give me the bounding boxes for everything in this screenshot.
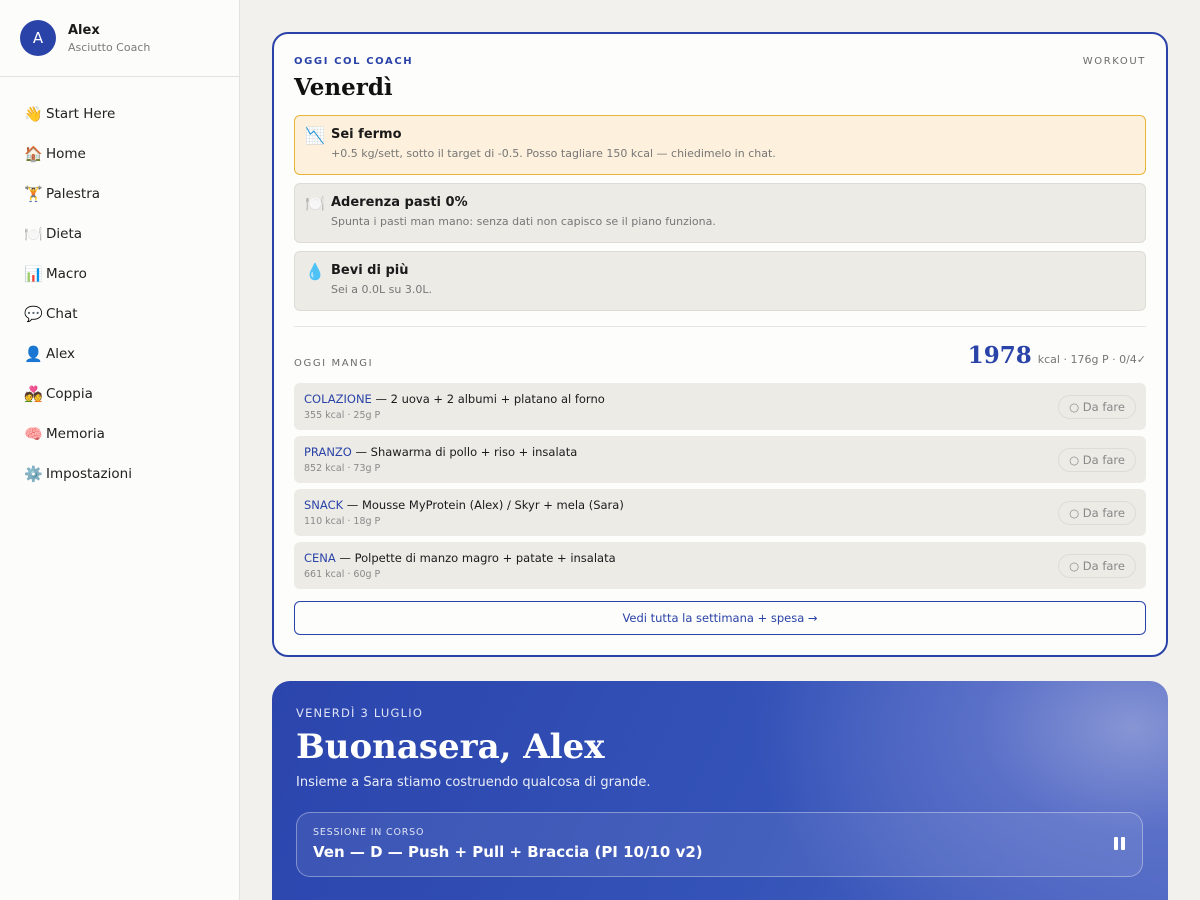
alert-text: Spunta i pasti man mano: senza dati non … bbox=[331, 215, 716, 228]
profile-header[interactable]: A Alex Asciutto Coach bbox=[0, 0, 239, 77]
alert-text: Sei a 0.0L su 3.0L. bbox=[331, 283, 432, 296]
meal-macros: 110 kcal · 18g P bbox=[304, 516, 381, 527]
person-icon: 👤 bbox=[24, 345, 43, 363]
alert-title: Bevi di più bbox=[331, 263, 409, 278]
sidebar-item-label: Chat bbox=[46, 306, 78, 322]
alert-stalled[interactable]: 📉 Sei fermo +0.5 kg/sett, sotto il targe… bbox=[294, 115, 1146, 175]
meal-macros: 661 kcal · 60g P bbox=[304, 569, 381, 580]
main-content: OGGI COL COACH WORKOUT Venerdì 📉 Sei fer… bbox=[240, 0, 1200, 900]
pause-icon[interactable] bbox=[1114, 837, 1126, 851]
sidebar-item-label: Palestra bbox=[46, 186, 101, 202]
bar-chart-icon: 📊 bbox=[24, 265, 43, 283]
sidebar-item-macro[interactable]: 📊 Macro bbox=[0, 254, 239, 294]
meal-type: SNACK bbox=[304, 498, 344, 512]
weightlifter-icon: 🏋️ bbox=[24, 185, 43, 203]
meal-macros: 355 kcal · 25g P bbox=[304, 410, 381, 421]
meal-status-toggle[interactable]: ○ Da fare bbox=[1058, 448, 1136, 472]
sidebar-item-palestra[interactable]: 🏋️ Palestra bbox=[0, 174, 239, 214]
hero-greeting: Buonasera, Alex bbox=[296, 727, 605, 767]
meals-label: OGGI MANGI bbox=[294, 358, 374, 369]
alert-title: Aderenza pasti 0% bbox=[331, 195, 468, 210]
view-week-button[interactable]: Vedi tutta la settimana + spesa → bbox=[294, 601, 1146, 635]
meal-type: COLAZIONE bbox=[304, 392, 372, 406]
meal-description: — 2 uova + 2 albumi + platano al forno bbox=[371, 392, 605, 406]
sidebar-item-chat[interactable]: 💬 Chat bbox=[0, 294, 239, 334]
speech-bubble-icon: 💬 bbox=[24, 305, 43, 323]
meal-line: SNACK — Mousse MyProtein (Alex) / Skyr +… bbox=[304, 498, 1146, 512]
alert-text: +0.5 kg/sett, sotto il target di -0.5. P… bbox=[331, 147, 776, 160]
couple-icon: 💑 bbox=[24, 385, 43, 403]
sidebar-item-coppia[interactable]: 💑 Coppia bbox=[0, 374, 239, 414]
session-label: SESSIONE IN CORSO bbox=[313, 827, 425, 838]
alert-hydration[interactable]: 💧 Bevi di più Sei a 0.0L su 3.0L. bbox=[294, 251, 1146, 311]
hero-date: VENERDÌ 3 LUGLIO bbox=[296, 706, 424, 720]
meal-status-toggle[interactable]: ○ Da fare bbox=[1058, 395, 1136, 419]
meal-line: COLAZIONE — 2 uova + 2 albumi + platano … bbox=[304, 392, 1146, 406]
total-meta: kcal · 176g P · 0/4✓ bbox=[1037, 353, 1146, 366]
divider bbox=[294, 326, 1146, 327]
sidebar-item-memoria[interactable]: 🧠 Memoria bbox=[0, 414, 239, 454]
meal-row-cena[interactable]: CENA — Polpette di manzo magro + patate … bbox=[294, 542, 1146, 589]
brain-icon: 🧠 bbox=[24, 425, 43, 443]
sidebar-item-label: Alex bbox=[46, 346, 76, 362]
session-in-progress[interactable]: SESSIONE IN CORSO Ven — D — Push + Pull … bbox=[296, 812, 1143, 877]
alert-meal-adherence[interactable]: 🍽️ Aderenza pasti 0% Spunta i pasti man … bbox=[294, 183, 1146, 243]
meal-row-snack[interactable]: SNACK — Mousse MyProtein (Alex) / Skyr +… bbox=[294, 489, 1146, 536]
meal-line: PRANZO — Shawarma di pollo + riso + insa… bbox=[304, 445, 1146, 459]
plate-icon: 🍽️ bbox=[305, 194, 325, 213]
session-title: Ven — D — Push + Pull + Braccia (PI 10/1… bbox=[313, 843, 703, 861]
sidebar-item-start-here[interactable]: 👋 Start Here bbox=[0, 94, 239, 134]
sidebar: A Alex Asciutto Coach 👋 Start Here 🏠 Hom… bbox=[0, 0, 240, 900]
coach-card: OGGI COL COACH WORKOUT Venerdì 📉 Sei fer… bbox=[272, 32, 1168, 657]
meal-status-toggle[interactable]: ○ Da fare bbox=[1058, 501, 1136, 525]
sidebar-item-label: Dieta bbox=[46, 226, 83, 242]
meal-status-toggle[interactable]: ○ Da fare bbox=[1058, 554, 1136, 578]
workout-link[interactable]: WORKOUT bbox=[1083, 56, 1146, 67]
sidebar-nav: 👋 Start Here 🏠 Home 🏋️ Palestra 🍽️ Dieta… bbox=[0, 77, 239, 494]
house-icon: 🏠 bbox=[24, 145, 43, 163]
avatar[interactable]: A bbox=[20, 20, 56, 56]
sidebar-item-label: Macro bbox=[46, 266, 87, 282]
meal-type: CENA bbox=[304, 551, 336, 565]
meal-row-pranzo[interactable]: PRANZO — Shawarma di pollo + riso + insa… bbox=[294, 436, 1146, 483]
sidebar-item-dieta[interactable]: 🍽️ Dieta bbox=[0, 214, 239, 254]
meal-row-colazione[interactable]: COLAZIONE — 2 uova + 2 albumi + platano … bbox=[294, 383, 1146, 430]
alert-title: Sei fermo bbox=[331, 127, 402, 142]
total-kcal: 1978 bbox=[967, 342, 1032, 369]
meal-macros: 852 kcal · 73g P bbox=[304, 463, 381, 474]
meal-description: — Shawarma di pollo + riso + insalata bbox=[351, 445, 578, 459]
waving-hand-icon: 👋 bbox=[24, 105, 43, 123]
gear-icon: ⚙️ bbox=[24, 465, 43, 483]
coach-kicker: OGGI COL COACH bbox=[294, 56, 414, 67]
meals-summary: 1978 kcal · 176g P · 0/4✓ bbox=[968, 342, 1146, 369]
profile-name: Alex bbox=[68, 22, 100, 38]
meal-type: PRANZO bbox=[304, 445, 352, 459]
hero-subtitle: Insieme a Sara stiamo costruendo qualcos… bbox=[296, 775, 651, 790]
hero-card: VENERDÌ 3 LUGLIO Buonasera, Alex Insieme… bbox=[272, 681, 1168, 900]
day-title: Venerdì bbox=[294, 74, 393, 101]
sidebar-item-label: Home bbox=[46, 146, 86, 162]
profile-text: Alex Asciutto Coach bbox=[68, 23, 150, 54]
sidebar-item-label: Memoria bbox=[46, 426, 105, 442]
sidebar-item-home[interactable]: 🏠 Home bbox=[0, 134, 239, 174]
meal-description: — Polpette di manzo magro + patate + ins… bbox=[335, 551, 616, 565]
meal-line: CENA — Polpette di manzo magro + patate … bbox=[304, 551, 1146, 565]
sidebar-item-alex[interactable]: 👤 Alex bbox=[0, 334, 239, 374]
sidebar-item-impostazioni[interactable]: ⚙️ Impostazioni bbox=[0, 454, 239, 494]
sidebar-item-label: Start Here bbox=[46, 106, 116, 122]
meal-description: — Mousse MyProtein (Alex) / Skyr + mela … bbox=[343, 498, 624, 512]
sidebar-item-label: Impostazioni bbox=[46, 466, 132, 482]
profile-subtitle: Asciutto Coach bbox=[68, 40, 151, 54]
droplet-icon: 💧 bbox=[305, 262, 325, 281]
plate-icon: 🍽️ bbox=[24, 225, 43, 243]
sidebar-item-label: Coppia bbox=[46, 386, 93, 402]
chart-decreasing-icon: 📉 bbox=[305, 126, 325, 145]
